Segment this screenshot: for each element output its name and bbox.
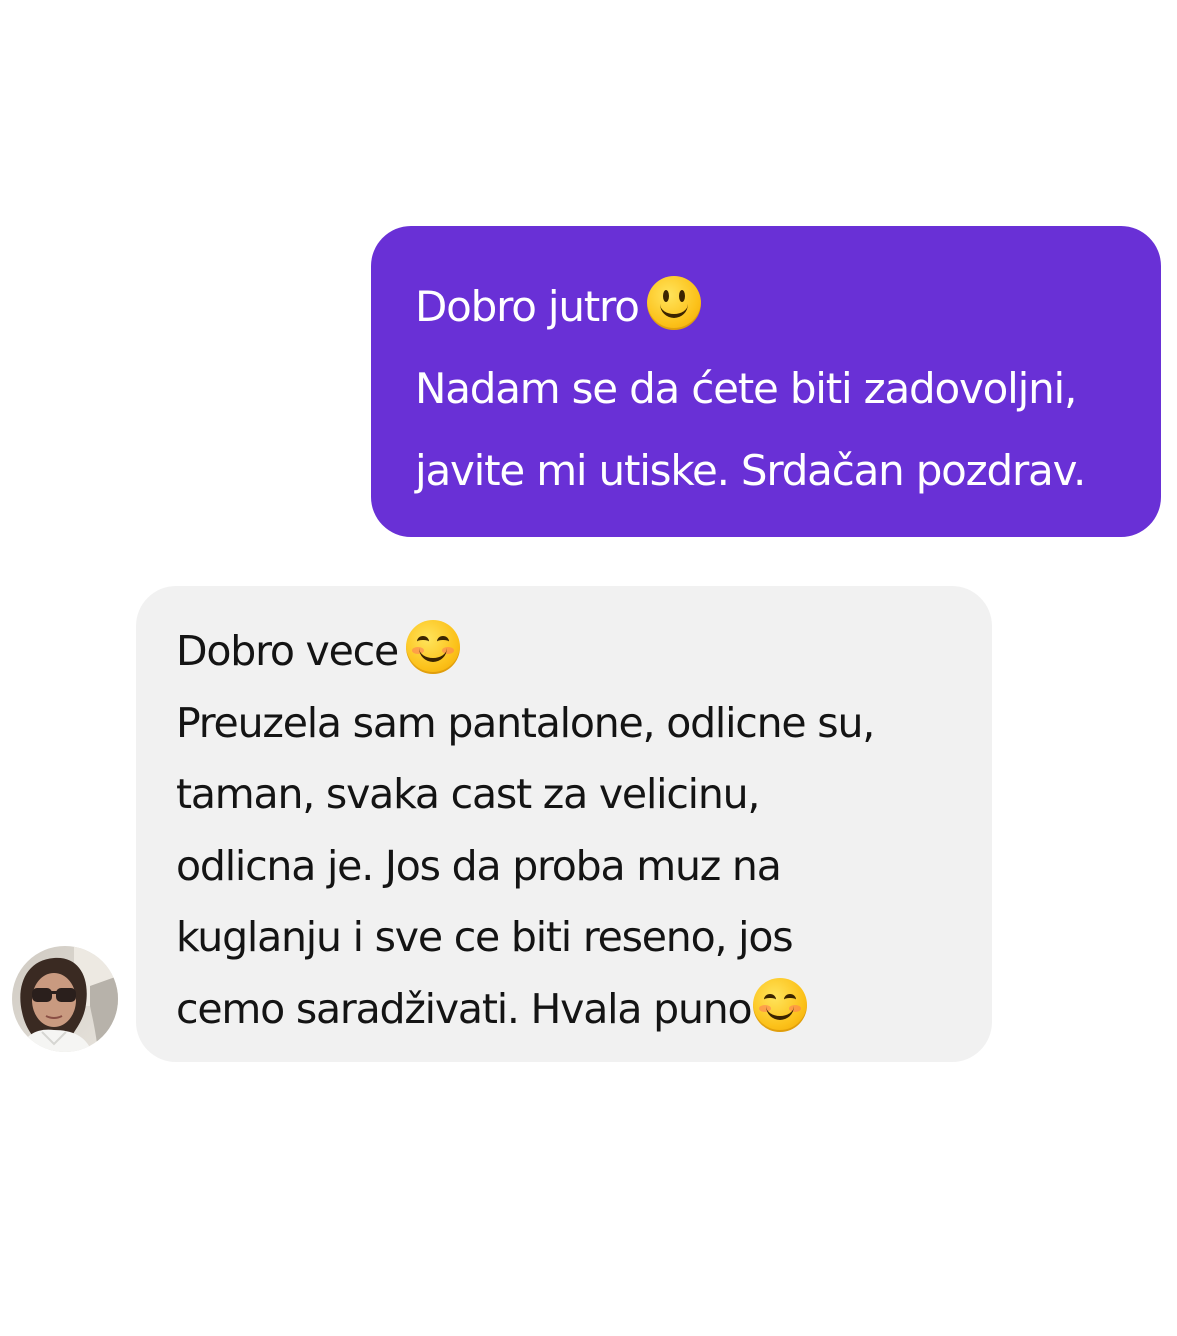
profile-photo-avatar-icon	[12, 946, 118, 1052]
message-line: Dobro vece	[176, 616, 972, 688]
smiling-eyes-face-icon	[753, 977, 808, 1032]
message-line: Preuzela sam pantalone, odlicne su,	[176, 698, 875, 747]
slightly-smiling-face-icon	[646, 276, 701, 330]
message-line: kuglanju i sve ce biti reseno, jos	[176, 913, 794, 961]
smiling-eyes-face-icon	[406, 620, 461, 674]
message-line: cemo saradživati. Hvala puno	[176, 974, 972, 1046]
message-line: Dobro jutro	[415, 266, 1141, 348]
sender-avatar[interactable]	[12, 946, 118, 1052]
message-line: taman, svaka cast za velicinu,	[176, 770, 760, 818]
outgoing-message-bubble[interactable]: Dobro jutro Nadam se da ćete biti zadovo…	[371, 226, 1161, 537]
message-line: Nadam se da ćete biti zadovoljni,	[415, 364, 1077, 413]
message-line: odlicna je. Jos da proba muz na	[176, 841, 782, 890]
incoming-message-bubble[interactable]: Dobro vece Preuzela sam pantalone, odlic…	[136, 586, 992, 1062]
message-line: javite mi utiske. Srdačan pozdrav.	[415, 446, 1086, 495]
